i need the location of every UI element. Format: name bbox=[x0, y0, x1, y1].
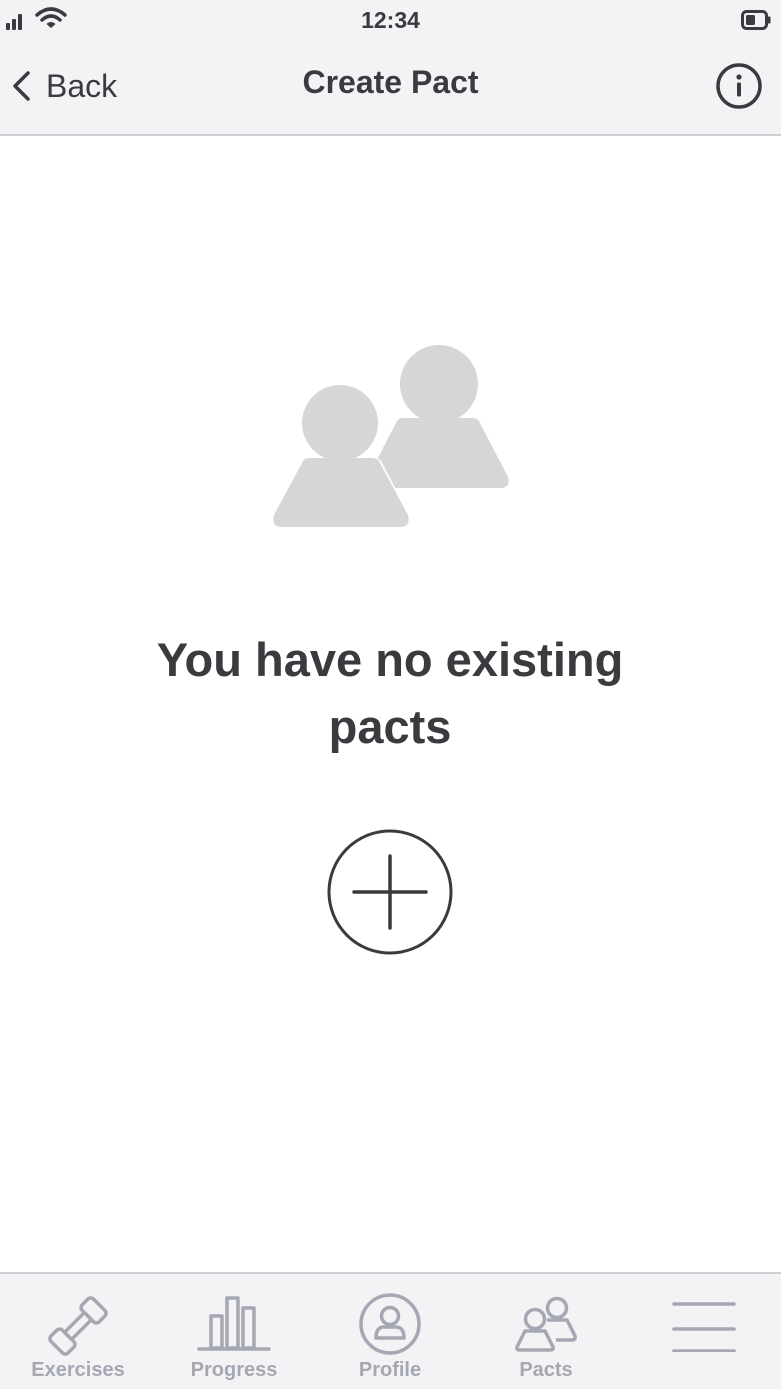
status-bar: 12:34 bbox=[0, 0, 781, 40]
tab-bar: Exercises Progress Profile Pacts bbox=[0, 1272, 781, 1389]
info-icon bbox=[716, 63, 762, 109]
tab-label: Profile bbox=[358, 1359, 422, 1381]
tab-label: Exercises bbox=[31, 1359, 125, 1381]
back-label: Back bbox=[46, 67, 118, 104]
page-title: Create Pact bbox=[302, 64, 479, 100]
tab-exercises[interactable]: Exercises bbox=[0, 1274, 156, 1389]
people-icon bbox=[515, 1296, 577, 1352]
tab-pacts[interactable]: Pacts bbox=[468, 1274, 624, 1389]
profile-icon bbox=[359, 1293, 421, 1355]
empty-state-message: You have no existing pacts bbox=[156, 633, 624, 753]
info-button[interactable] bbox=[715, 62, 763, 110]
tab-label: Pacts bbox=[519, 1359, 573, 1381]
tab-progress[interactable]: Progress bbox=[156, 1274, 312, 1389]
tab-menu[interactable] bbox=[626, 1274, 781, 1389]
tab-profile[interactable]: Profile bbox=[312, 1274, 468, 1389]
dumbbell-icon bbox=[48, 1296, 108, 1356]
people-illustration-icon bbox=[271, 345, 509, 528]
battery-icon bbox=[741, 10, 771, 30]
tab-label: Progress bbox=[190, 1359, 278, 1381]
bar-chart-icon bbox=[197, 1296, 271, 1351]
menu-icon bbox=[672, 1302, 736, 1352]
back-button[interactable]: Back bbox=[10, 64, 117, 108]
chevron-left-icon bbox=[13, 71, 30, 101]
add-pact-button[interactable] bbox=[327, 829, 453, 955]
plus-circle-icon bbox=[327, 829, 453, 955]
navigation-bar: Back Create Pact bbox=[0, 40, 781, 136]
status-time: 12:34 bbox=[361, 7, 420, 33]
